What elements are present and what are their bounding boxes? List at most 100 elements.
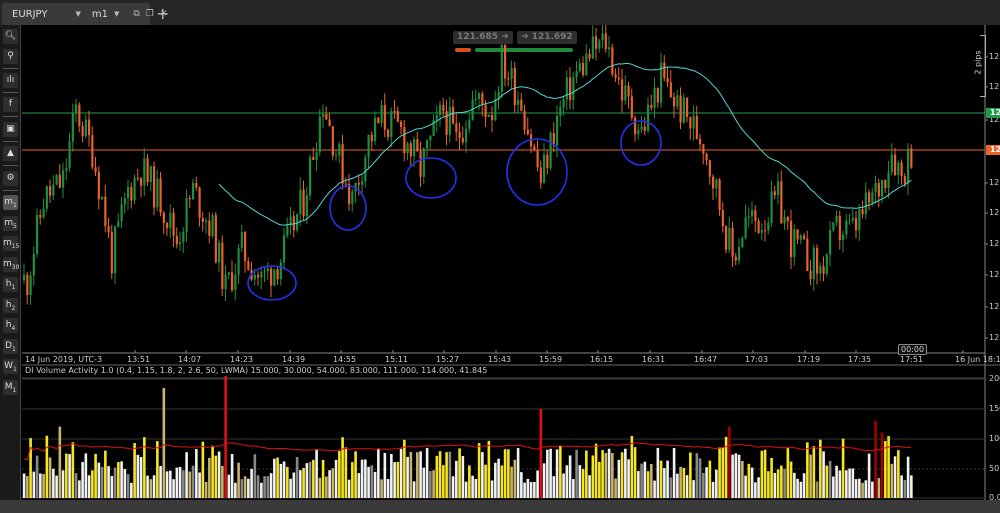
candle-body <box>708 160 711 177</box>
time-axis-label: 15:43 <box>488 355 512 364</box>
current-time-box: 00:00 <box>898 344 928 355</box>
timeframe-button-h2[interactable]: h2 <box>3 297 18 313</box>
candle-body <box>65 167 68 171</box>
volume-bar <box>156 441 159 498</box>
timeframe-button-m5[interactable]: m5 <box>3 215 18 231</box>
volume-bar <box>91 470 94 498</box>
volume-bar <box>767 471 770 498</box>
candle-body <box>380 105 383 124</box>
volume-bar <box>243 476 247 498</box>
candle-body <box>318 116 321 152</box>
symbol-dropdown-icon[interactable]: ▼ <box>75 10 80 18</box>
timeframe-label[interactable]: m1 <box>92 9 108 20</box>
volume-bar <box>289 478 292 498</box>
zoom-in-button[interactable]: 🔍︎ <box>3 29 18 44</box>
chart-tab[interactable]: EURJPY ▼ m1 ▼ ⧉ ❐ ✕ <box>2 3 167 25</box>
chart-canvas[interactable] <box>0 0 1000 513</box>
timeframe-button-D1[interactable]: D1 <box>3 338 18 354</box>
volume-bar <box>776 469 780 498</box>
volume-bar <box>481 452 484 498</box>
candle-body <box>871 192 874 203</box>
chart-type-button[interactable]: ılı <box>3 73 18 88</box>
volume-bar <box>796 478 799 498</box>
zoom-out-button[interactable]: ⚲ <box>3 49 18 64</box>
volume-bar <box>780 465 783 498</box>
timeframe-dropdown-icon[interactable]: ▼ <box>114 10 119 18</box>
chart-settings-icon[interactable]: ⚙ <box>3 171 18 186</box>
volume-bar <box>695 453 699 498</box>
volume-bar <box>169 470 172 498</box>
candle-body <box>679 95 682 123</box>
bottom-scrollbar[interactable] <box>0 500 1000 513</box>
volume-bar <box>627 459 630 498</box>
timeframe-button-m1[interactable]: m1 <box>3 195 18 210</box>
symbol-label[interactable]: EURJPY <box>12 9 47 20</box>
candle-body <box>812 247 815 280</box>
candle-body <box>136 177 139 179</box>
volume-bar <box>295 456 299 498</box>
volume-bar <box>68 454 71 498</box>
timeframe-button-M1[interactable]: M1 <box>3 379 18 395</box>
candle-body <box>263 271 266 273</box>
volume-bar <box>377 448 380 498</box>
volume-bar <box>341 437 344 498</box>
volume-bar <box>500 465 504 498</box>
volume-bar <box>487 440 491 498</box>
volume-bar <box>698 458 702 498</box>
candle-body <box>611 47 614 75</box>
volume-bar <box>328 470 331 498</box>
candle-body <box>426 140 429 149</box>
candle-body <box>734 256 737 261</box>
volume-bar <box>474 478 478 498</box>
timeframe-button-m30[interactable]: m30 <box>3 256 19 272</box>
volume-bar <box>598 461 601 498</box>
volume-bar <box>692 480 695 498</box>
price-axis-label: 121.673 <box>989 178 1000 187</box>
volume-bar <box>370 465 374 498</box>
candle-body <box>543 154 546 183</box>
volume-bar <box>744 475 747 498</box>
drawing-shapes-icon[interactable]: ▲ <box>3 146 18 161</box>
timeframe-button-W1[interactable]: W1 <box>3 359 18 374</box>
volume-bar <box>94 453 97 498</box>
volume-bar <box>559 445 562 498</box>
volume-bar <box>887 436 890 498</box>
volume-bar <box>185 452 188 498</box>
candle-body <box>393 111 396 113</box>
candle-body <box>364 157 367 182</box>
volume-bar <box>276 457 279 498</box>
volume-bar <box>731 454 734 498</box>
ask-price-tag: 121.692 <box>986 108 1000 118</box>
candle-body <box>335 155 338 157</box>
candle-body <box>705 153 708 161</box>
new-tab-button[interactable]: + <box>156 4 169 23</box>
candle-body <box>494 99 497 121</box>
candle-body <box>666 78 669 83</box>
facebook-icon[interactable]: f <box>3 97 18 112</box>
candle-body <box>793 229 796 258</box>
bid-button[interactable]: 121.685 ➜ <box>453 31 513 44</box>
candle-body <box>299 189 302 215</box>
volume-bar <box>507 449 510 498</box>
time-axis-label: 16:15 <box>590 355 614 364</box>
ask-button[interactable]: ➜ 121.692 <box>517 31 577 44</box>
volume-bar <box>305 463 309 498</box>
candle-body <box>452 106 455 124</box>
detach-icon[interactable]: ⧉ <box>133 9 139 19</box>
volume-bar <box>253 454 257 498</box>
volume-bar <box>471 475 474 498</box>
restore-icon[interactable]: ❐ <box>146 9 154 19</box>
time-axis-label: 17:19 <box>797 355 821 364</box>
volume-bar <box>893 456 897 498</box>
volume-bar <box>689 452 692 498</box>
volume-bar <box>325 476 328 498</box>
timeframe-button-h1[interactable]: h1 <box>3 277 18 292</box>
volume-bar <box>442 465 445 498</box>
candle-body <box>374 117 377 142</box>
robot-icon[interactable]: ▣ <box>3 122 18 137</box>
timeframe-button-m15[interactable]: m15 <box>3 236 19 251</box>
volume-bar <box>848 468 851 498</box>
timeframe-button-h4[interactable]: h4 <box>3 318 18 333</box>
volume-bar <box>263 476 266 498</box>
volume-bar <box>637 471 640 498</box>
